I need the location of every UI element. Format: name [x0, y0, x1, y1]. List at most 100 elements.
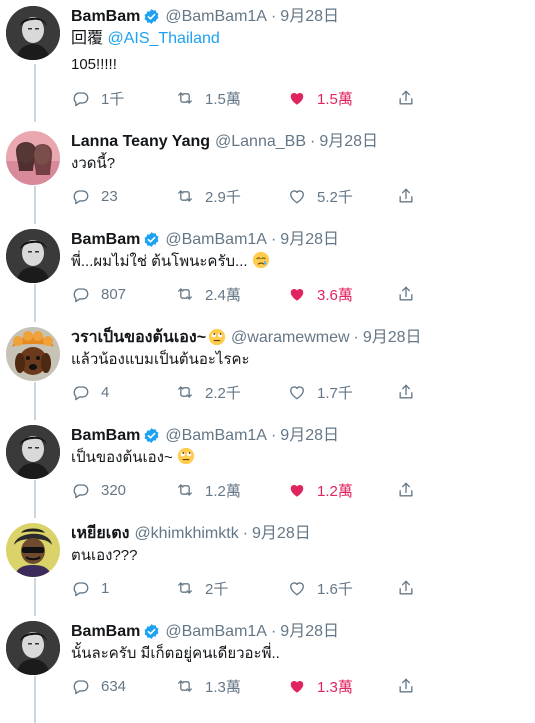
separator: · — [270, 7, 277, 25]
tweet-text: งวดนี้? — [71, 155, 116, 172]
display-name[interactable]: BamBam — [71, 229, 140, 250]
retweet-button[interactable]: 1.2萬 — [175, 479, 241, 501]
share-button[interactable] — [396, 479, 416, 501]
retweet-count: 2.2千 — [205, 384, 241, 402]
like-button[interactable]: 5.2千 — [287, 185, 353, 207]
like-button[interactable]: 1.7千 — [287, 381, 353, 403]
like-button[interactable]: 1.5萬 — [287, 87, 353, 109]
timestamp[interactable]: 9月28日 — [252, 523, 311, 544]
timestamp[interactable]: 9月28日 — [280, 229, 339, 250]
avatar[interactable] — [6, 6, 60, 60]
tweet[interactable]: BamBam @BamBam1A · 9月28日 回覆 @AIS_Thailan… — [0, 0, 535, 108]
retweet-button[interactable]: 1.5萬 — [175, 87, 241, 109]
tweet[interactable]: วราเป็นของต้นเอง~ @waramewmew · 9月28日 แล… — [0, 321, 535, 419]
handle[interactable]: @Lanna_BB — [215, 131, 306, 152]
retweet-button[interactable]: 1.3萬 — [175, 675, 241, 697]
timestamp[interactable]: 9月28日 — [280, 6, 339, 27]
tweet-text-wrap: เป็นของต้นเอง~ — [71, 447, 525, 469]
reply-icon — [71, 676, 91, 696]
display-name[interactable]: วราเป็นของต้นเอง~ — [71, 327, 206, 348]
avatar[interactable] — [6, 131, 60, 185]
reply-count: 23 — [101, 187, 118, 205]
avatar[interactable] — [6, 523, 60, 577]
tweet-actions: 23 2.9千 5.2千 — [71, 185, 431, 207]
avatar[interactable] — [6, 327, 60, 381]
reply-icon — [71, 480, 91, 500]
heart-icon — [287, 186, 307, 206]
tweet-text: นั้นละครับ มีเก็ตอยู่คนเดียวอะพี่.. — [71, 645, 280, 662]
timestamp[interactable]: 9月28日 — [280, 621, 339, 642]
handle[interactable]: @BamBam1A — [165, 621, 267, 642]
retweet-count: 1.3萬 — [205, 678, 241, 696]
retweet-button[interactable]: 2.4萬 — [175, 283, 241, 305]
tweet-text: เป็นของต้นเอง~ — [71, 449, 173, 466]
share-button[interactable] — [396, 577, 416, 599]
tweet[interactable]: เหยียเตง @khimkhimktk · 9月28日 ตนเอง??? 1… — [0, 517, 535, 615]
tweet[interactable]: BamBam @BamBam1A · 9月28日 พี่...ผมไม่ใช่ … — [0, 223, 535, 321]
timestamp[interactable]: 9月28日 — [319, 131, 378, 152]
handle[interactable]: @khimkhimktk — [134, 523, 238, 544]
handle[interactable]: @BamBam1A — [165, 229, 267, 250]
retweet-icon — [175, 284, 195, 304]
share-button[interactable] — [396, 283, 416, 305]
retweet-count: 1.5萬 — [205, 90, 241, 108]
share-button[interactable] — [396, 185, 416, 207]
avatar[interactable] — [6, 425, 60, 479]
avatar[interactable] — [6, 229, 60, 283]
tweet-text: ตนเอง??? — [71, 547, 138, 564]
avatar[interactable] — [6, 621, 60, 675]
share-icon — [396, 480, 416, 500]
heart-icon — [287, 382, 307, 402]
display-name[interactable]: Lanna Teany Yang — [71, 131, 210, 152]
retweet-button[interactable]: 2.9千 — [175, 185, 241, 207]
verified-badge-icon — [143, 231, 160, 248]
mention-link[interactable]: @AIS_Thailand — [107, 30, 219, 47]
tweet[interactable]: BamBam @BamBam1A · 9月28日 เป็นของต้นเอง~ … — [0, 419, 535, 517]
tweet[interactable]: BamBam @BamBam1A · 9月28日 นั้นละครับ มีเก… — [0, 615, 535, 713]
like-button[interactable]: 1.2萬 — [287, 479, 353, 501]
reply-button[interactable]: 4 — [71, 381, 109, 403]
retweet-icon — [175, 676, 195, 696]
reply-count: 807 — [101, 285, 127, 303]
separator: · — [270, 426, 277, 444]
tweet[interactable]: Lanna Teany Yang @Lanna_BB · 9月28日 งวดนี… — [0, 125, 535, 223]
retweet-icon — [175, 88, 195, 108]
like-button[interactable]: 1.3萬 — [287, 675, 353, 697]
tweet-text: 105!!!!! — [71, 56, 117, 73]
reply-icon — [71, 88, 91, 108]
like-button[interactable]: 1.6千 — [287, 577, 353, 599]
like-button[interactable]: 3.6萬 — [287, 283, 353, 305]
separator: · — [310, 132, 316, 150]
share-button[interactable] — [396, 87, 416, 109]
retweet-icon — [175, 480, 195, 500]
tweet-actions: 320 1.2萬 1.2萬 — [71, 479, 431, 501]
retweet-button[interactable]: 2千 — [175, 577, 228, 599]
tweet-text: พี่...ผมไม่ใช่ ต้นโพนะครับ... — [71, 253, 248, 270]
tweet-actions: 4 2.2千 1.7千 — [71, 381, 431, 403]
share-icon — [396, 284, 416, 304]
display-name[interactable]: BamBam — [71, 425, 140, 446]
display-name[interactable]: BamBam — [71, 621, 140, 642]
handle[interactable]: @BamBam1A — [165, 6, 267, 27]
like-count: 1.2萬 — [317, 482, 353, 500]
share-button[interactable] — [396, 381, 416, 403]
handle[interactable]: @BamBam1A — [165, 425, 267, 446]
retweet-icon — [175, 186, 195, 206]
reply-button[interactable]: 1 — [71, 577, 109, 599]
timestamp[interactable]: 9月28日 — [280, 425, 339, 446]
separator: · — [270, 622, 277, 640]
display-name[interactable]: BamBam — [71, 6, 140, 27]
reply-button[interactable]: 634 — [71, 675, 126, 697]
like-count: 3.6萬 — [317, 286, 353, 304]
timestamp[interactable]: 9月28日 — [363, 327, 422, 348]
reply-button[interactable]: 807 — [71, 283, 126, 305]
retweet-button[interactable]: 2.2千 — [175, 381, 241, 403]
share-button[interactable] — [396, 675, 416, 697]
display-name[interactable]: เหยียเตง — [71, 523, 129, 544]
handle[interactable]: @waramewmew — [231, 327, 349, 348]
reply-button[interactable]: 23 — [71, 185, 118, 207]
reply-button[interactable]: 1千 — [71, 87, 124, 109]
reply-count: 1 — [101, 579, 110, 597]
rolling-eyes-face-icon — [177, 447, 195, 465]
reply-button[interactable]: 320 — [71, 479, 126, 501]
